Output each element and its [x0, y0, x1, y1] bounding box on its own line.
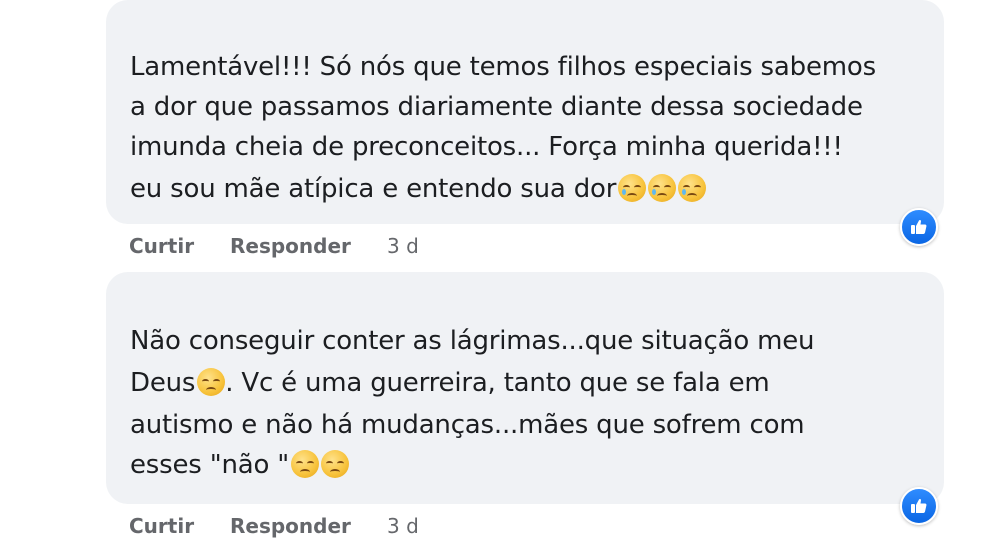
- like-comment-button[interactable]: Curtir: [129, 234, 194, 258]
- comment-bubble: Lamentável!!! Só nós que temos filhos es…: [106, 0, 944, 224]
- crying-face-icon: [648, 174, 677, 202]
- comment-text-segment: eu sou mãe atípica e entendo sua dor: [130, 174, 617, 204]
- comment-text-line: Deus . Vc é uma guerreira, tanto que se f…: [130, 364, 770, 402]
- crying-face-icon: [678, 174, 707, 202]
- like-reaction-icon[interactable]: [900, 487, 938, 525]
- comment-text-line: esses "não ": [130, 446, 349, 484]
- pensive-face-icon: [197, 368, 226, 396]
- comment-text-line: Não conseguir conter as lágrimas...que s…: [130, 326, 815, 356]
- comment-bubble: Não conseguir conter as lágrimas...que s…: [106, 272, 944, 504]
- comment-text-line: a dor que passamos diariamente diante de…: [130, 92, 863, 122]
- reply-button[interactable]: Responder: [230, 514, 351, 538]
- comment-timestamp[interactable]: 3 d: [387, 514, 419, 538]
- comment-text-segment: . Vc é uma guerreira, tanto que se fala …: [225, 368, 770, 398]
- like-comment-button[interactable]: Curtir: [129, 514, 194, 538]
- pensive-face-icon: [321, 450, 349, 478]
- comment-text-line: imunda cheia de preconceitos... Força mi…: [130, 132, 843, 162]
- crying-face-icon: [618, 174, 647, 202]
- comment-text-segment: Deus: [130, 368, 196, 398]
- comment-timestamp[interactable]: 3 d: [387, 234, 419, 258]
- comment-text-line: autismo e não há mudanças...mães que sof…: [130, 410, 805, 440]
- like-reaction-icon[interactable]: [900, 208, 938, 246]
- comment-text-line: Lamentável!!! Só nós que temos filhos es…: [130, 52, 876, 82]
- pensive-face-icon: [291, 450, 319, 478]
- comment-text-segment: esses "não ": [130, 450, 289, 480]
- reply-button[interactable]: Responder: [230, 234, 351, 258]
- comment-text-line: eu sou mãe atípica e entendo sua dor: [130, 170, 707, 208]
